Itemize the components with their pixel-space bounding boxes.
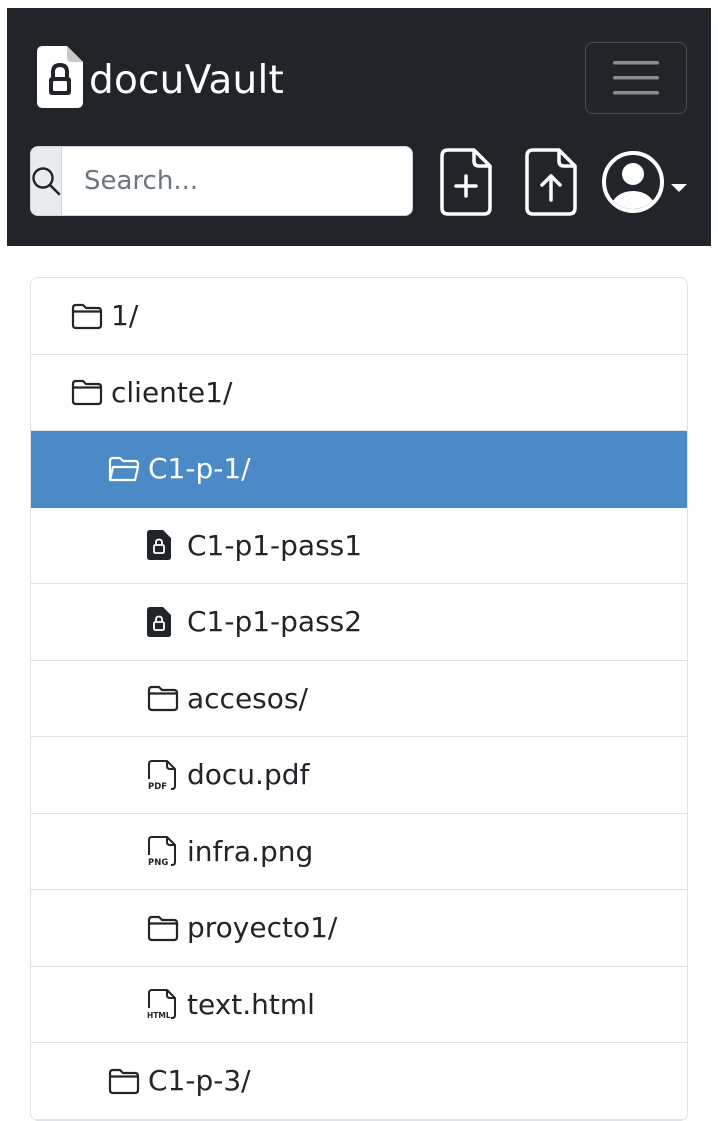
file-plus-icon [440, 148, 492, 216]
search-group [30, 146, 413, 216]
file-lock-icon [147, 606, 179, 638]
tree-item-label: C1-p1-pass1 [187, 528, 363, 562]
tree-item-label: cliente1/ [111, 375, 233, 409]
file-arrow-up-icon [525, 148, 577, 216]
svg-text:HTML: HTML [147, 1011, 171, 1020]
tree-item[interactable]: accesos/ [31, 661, 687, 737]
brand[interactable]: docuVault [37, 46, 284, 108]
svg-text:PNG: PNG [148, 858, 168, 867]
tree-item-label: C1-p-3/ [148, 1064, 251, 1098]
tree-item[interactable]: PNG infra.png [31, 814, 687, 890]
file-lock-icon [37, 46, 83, 108]
tree-item[interactable]: PDF docu.pdf [31, 737, 687, 814]
tree-item-label: C1-p1-pass2 [187, 605, 363, 639]
folder-icon [71, 376, 103, 408]
brand-name: docuVault [89, 57, 284, 103]
tree-item-label: proyecto1/ [187, 911, 338, 945]
new-file-button[interactable] [438, 148, 494, 216]
tree-item[interactable]: C1-p-1/ [31, 431, 687, 508]
search-input[interactable] [62, 147, 412, 215]
tree-item[interactable]: C1-p1-pass1 [31, 508, 687, 584]
person-circle-icon [602, 151, 664, 213]
tree-item[interactable]: HTML text.html [31, 967, 687, 1043]
folder-icon [147, 682, 179, 714]
tree-item-label: infra.png [187, 834, 314, 868]
tree-item[interactable]: cliente1/ [31, 355, 687, 431]
tree-item[interactable]: 1/ [31, 278, 687, 355]
tree-item[interactable]: proyecto1/ [31, 890, 687, 967]
user-menu-button[interactable] [601, 148, 695, 216]
tree-item[interactable]: C1-p-3/ [31, 1043, 687, 1120]
folder-icon [71, 300, 103, 332]
search-addon[interactable] [31, 147, 62, 215]
navbar-toggler-button[interactable] [585, 42, 687, 114]
hamburger-icon [613, 61, 659, 95]
tree-item-label: docu.pdf [187, 758, 310, 792]
tree-item-label: accesos/ [187, 681, 308, 715]
chevron-down-icon [671, 184, 687, 192]
svg-text:PDF: PDF [148, 782, 167, 791]
file-tree: 1/cliente1/C1-p-1/C1-p1-pass1 C1-p1-pass2… [30, 277, 688, 1121]
search-icon [32, 167, 61, 196]
tree-item[interactable]: C1-p1-pass2 [31, 584, 687, 661]
file-html-icon: HTML [147, 988, 179, 1020]
navbar: docuVault [7, 8, 711, 246]
file-lock-icon [147, 529, 179, 561]
folder-icon [147, 912, 179, 944]
file-png-icon: PNG [147, 835, 179, 867]
tree-item-label: 1/ [111, 299, 139, 333]
folder-open-icon [108, 453, 140, 485]
tree-item-label: text.html [187, 987, 315, 1021]
upload-file-button[interactable] [523, 148, 579, 216]
folder-icon [108, 1065, 140, 1097]
tree-item-label: C1-p-1/ [148, 452, 251, 486]
file-pdf-icon: PDF [147, 759, 179, 791]
